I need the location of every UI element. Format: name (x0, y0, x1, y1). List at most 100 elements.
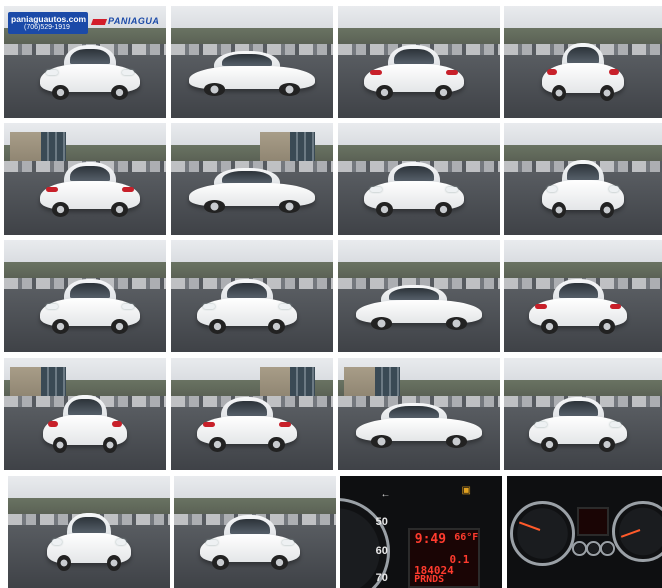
white-sedan (541, 40, 625, 102)
wheel-l-part (541, 318, 558, 335)
white-sedan (39, 159, 141, 218)
car-photo[interactable] (171, 240, 333, 352)
lamp-r-part (609, 421, 622, 427)
white-sedan (529, 394, 628, 453)
glass-part (394, 48, 435, 64)
glass-part (68, 398, 102, 415)
wheel-r-part (598, 318, 616, 335)
car-photo[interactable] (171, 358, 333, 470)
wheel-r-part (110, 201, 129, 218)
wheel-l-part (52, 437, 68, 454)
car-photo[interactable] (504, 6, 662, 118)
lamp-l-part (369, 186, 382, 192)
glass-part (69, 165, 110, 181)
brand-stripe (90, 19, 108, 25)
mini-display (576, 507, 609, 536)
lamp-r-part (609, 303, 622, 309)
glass-part (566, 46, 600, 63)
white-sedan (188, 166, 316, 213)
white-sedan (363, 159, 465, 218)
car-photo[interactable] (504, 358, 662, 470)
lamp-l-part (546, 69, 557, 75)
wheel-r-part (106, 555, 122, 572)
dealer-brand-name: PANIAGUA (108, 16, 160, 26)
car-photo[interactable] (507, 476, 662, 588)
car-photo[interactable] (174, 476, 336, 588)
white-sedan (355, 283, 483, 330)
lamp-r-part (122, 69, 135, 75)
wheel-r-part (271, 554, 289, 571)
lamp-r-part (115, 539, 127, 545)
lamp-l-part (45, 303, 58, 309)
glass-part (388, 288, 440, 301)
wheel-l-part (375, 201, 394, 218)
display-clock: 9:49 (414, 531, 447, 547)
white-sedan (42, 392, 128, 454)
photo-gallery: paniaguautos.com (706)529-1919 PANIAGUA 50 6… (0, 0, 662, 588)
door-ajar-icon: ▣ (461, 484, 471, 496)
white-sedan (363, 42, 465, 101)
white-sedan (39, 42, 141, 101)
wheel-r-part (435, 84, 453, 101)
car-photo[interactable] (504, 123, 662, 235)
wheel-r-part (600, 85, 615, 102)
glass-part (230, 518, 271, 534)
car-photo[interactable] (4, 240, 166, 352)
car-photo[interactable] (4, 358, 166, 470)
lamp-r-part (279, 303, 292, 309)
car-photo[interactable] (338, 358, 500, 470)
white-sedan (196, 394, 298, 453)
speed-tick-label: 50 (375, 516, 388, 529)
wheel-r-part (102, 437, 118, 454)
car-photo[interactable] (338, 240, 500, 352)
wheel-r-part (278, 83, 301, 96)
glass-part (221, 171, 273, 184)
car-photo[interactable] (504, 240, 662, 352)
car-photo[interactable] (171, 123, 333, 235)
dealer-url: paniaguautos.com (11, 14, 87, 24)
car-photo[interactable] (8, 476, 170, 588)
lamp-l-part (535, 421, 547, 427)
dealer-phone: (706)529-1919 (24, 24, 70, 31)
glass-part (69, 48, 110, 64)
wheel-r-part (445, 317, 468, 330)
multifunction-display: 9:49 66°F 0.1 184024 PRNDS (408, 527, 481, 588)
wheel-l-part (375, 84, 394, 101)
car-photo[interactable] (338, 6, 500, 118)
glass-part (69, 282, 110, 298)
white-sedan (39, 276, 141, 335)
glass-part (72, 516, 106, 533)
wheel-r-part (110, 84, 129, 101)
white-sedan (46, 510, 132, 572)
glass-part (394, 165, 435, 181)
wheel-r-part (435, 201, 453, 218)
white-sedan (199, 512, 301, 571)
display-temp: 66°F (454, 531, 479, 543)
wheel-r-part (268, 436, 286, 453)
wheel-l-part (56, 555, 72, 572)
lamp-r-part (111, 421, 123, 427)
glass-part (221, 54, 273, 67)
lamp-l-part (45, 186, 58, 192)
white-sedan (541, 157, 625, 219)
dealer-logo[interactable]: paniaguautos.com (706)529-1919 (8, 12, 88, 34)
white-sedan (188, 49, 316, 96)
lamp-l-part (47, 421, 59, 427)
lamp-r-part (279, 421, 292, 427)
car-photo[interactable]: paniaguautos.com (706)529-1919 PANIAGUA (4, 6, 166, 118)
glass-part (227, 400, 268, 416)
wheel-r-part (445, 435, 468, 448)
car-photo[interactable] (338, 123, 500, 235)
wheel-l-part (51, 84, 69, 101)
car-photo[interactable] (171, 6, 333, 118)
white-sedan (355, 401, 483, 448)
lamp-l-part (202, 421, 215, 427)
wheel-l-part (208, 318, 227, 335)
lamp-l-part (535, 303, 547, 309)
wheel-l-part (51, 201, 69, 218)
lamp-r-part (122, 186, 135, 192)
car-photo[interactable] (4, 123, 166, 235)
car-photo[interactable]: 50 60 70 9:49 66°F 0.1 184024 PRNDS ▣ ← (340, 476, 502, 588)
glass-part (227, 282, 268, 298)
lamp-l-part (369, 69, 382, 75)
